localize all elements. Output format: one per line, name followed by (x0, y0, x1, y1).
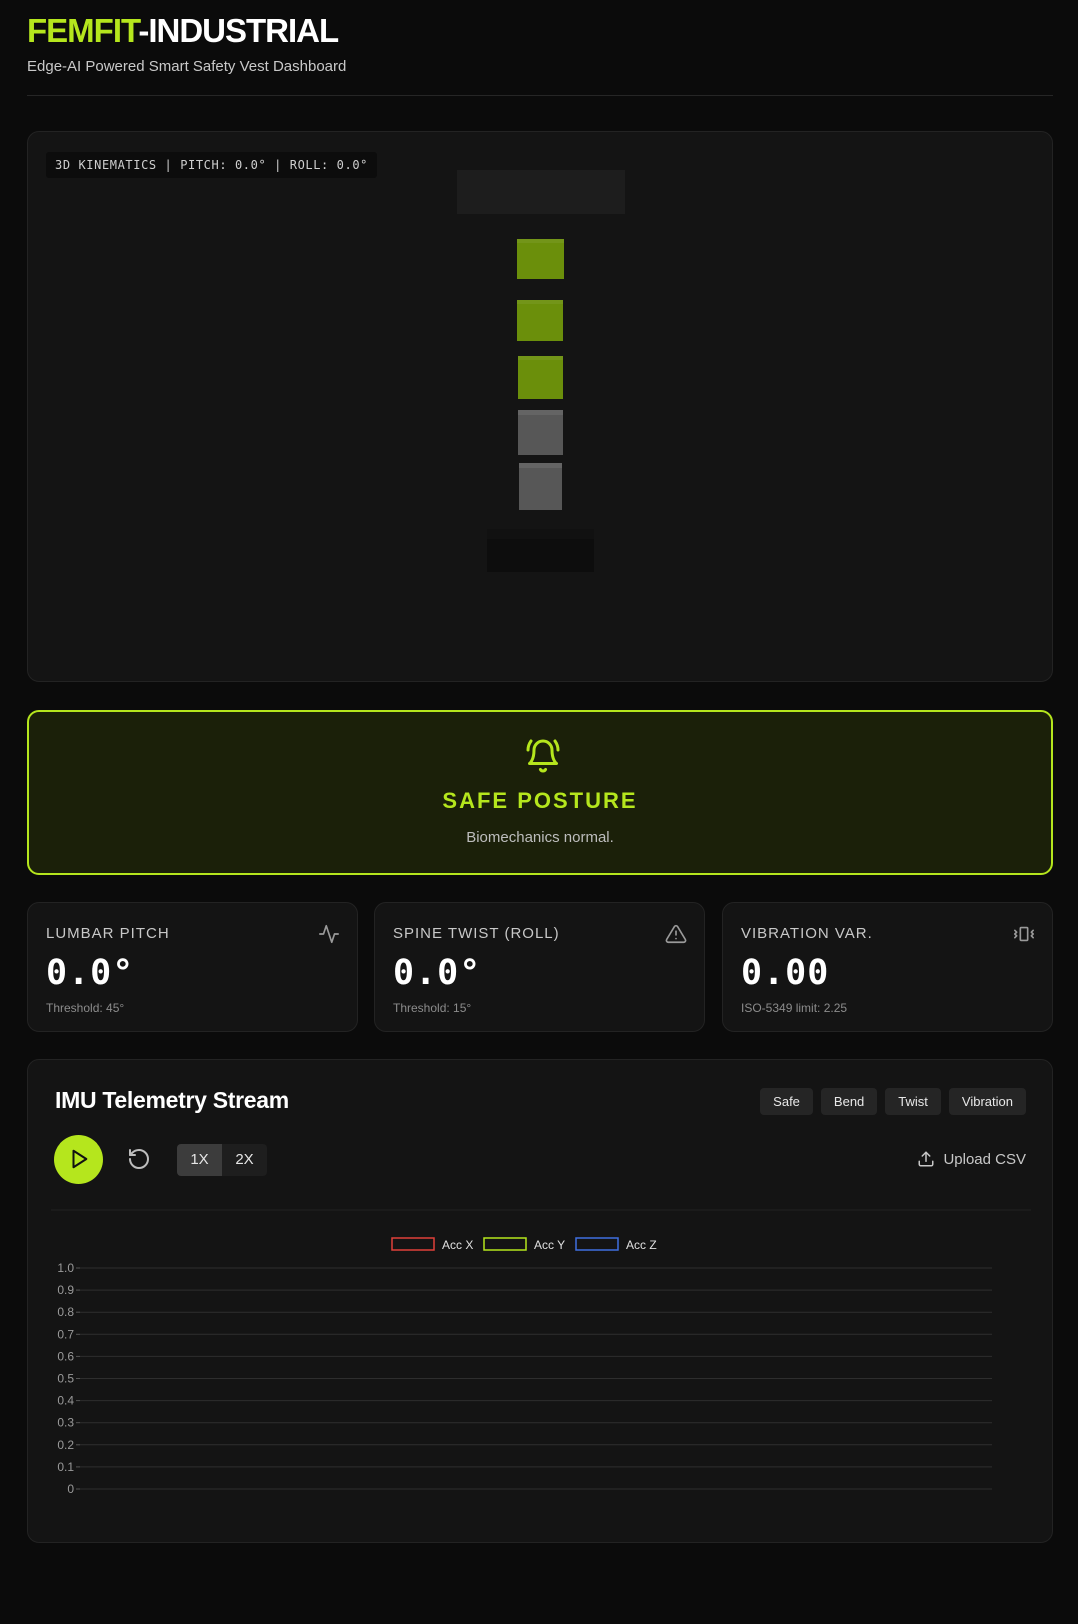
controls-divider (51, 1209, 1031, 1211)
y-tick-label: 0.7 (57, 1327, 74, 1341)
legend-label: Acc X (442, 1238, 473, 1252)
metric-value: 0.00 (741, 953, 830, 993)
scenario-selector: Safe Bend Twist Vibration (760, 1088, 1026, 1115)
activity-icon (319, 924, 339, 944)
spine-segment (518, 410, 563, 455)
reset-icon[interactable] (127, 1147, 151, 1171)
play-button[interactable] (54, 1135, 103, 1184)
metric-threshold: Threshold: 15° (393, 1001, 472, 1015)
y-tick-label: 0.9 (57, 1283, 74, 1297)
metric-label: LUMBAR PITCH (46, 925, 170, 942)
y-tick-label: 0 (67, 1482, 74, 1496)
upload-csv-label: Upload CSV (943, 1150, 1026, 1168)
model-pelvis-top (487, 529, 594, 539)
speed-1x-button[interactable]: 1X (177, 1144, 222, 1176)
metric-threshold: Threshold: 45° (46, 1001, 125, 1015)
y-tick-label: 0.1 (57, 1460, 74, 1474)
upload-csv-button[interactable]: Upload CSV (917, 1150, 1026, 1168)
scenario-vibration-button[interactable]: Vibration (948, 1088, 1026, 1115)
metric-threshold: ISO-5349 limit: 2.25 (741, 1001, 848, 1015)
model-head (457, 170, 625, 214)
y-tick-label: 1.0 (57, 1261, 74, 1275)
legend-swatch (391, 1237, 435, 1251)
speed-2x-button[interactable]: 2X (222, 1144, 267, 1176)
scenario-safe-button[interactable]: Safe (760, 1088, 813, 1115)
playback-speed-toggle: 1X 2X (177, 1144, 267, 1176)
y-tick-label: 0.4 (57, 1394, 74, 1408)
y-tick-label: 0.3 (57, 1416, 74, 1430)
brand-logo: FEMFIT-INDUSTRIAL (27, 10, 1053, 52)
play-icon (72, 1149, 88, 1169)
metric-label: SPINE TWIST (ROLL) (393, 925, 560, 942)
scenario-bend-button[interactable]: Bend (820, 1088, 878, 1115)
posture-status-message: Biomechanics normal. (466, 829, 614, 846)
posture-status-panel: SAFE POSTURE Biomechanics normal. (27, 710, 1053, 875)
brand-accent: FEMFIT (27, 12, 139, 49)
imu-chart: Acc X Acc Y Acc Z 0 0.1 0.2 0.3 0.4 0.5 0.6 0.7 0.8… (57, 1237, 992, 1496)
warning-triangle-icon (665, 924, 687, 944)
y-tick-label: 0.2 (57, 1438, 74, 1452)
spine-segment (519, 463, 562, 510)
metric-card-vibration: VIBRATION VAR. 0.00 ISO-5349 limit: 2.25 (722, 902, 1053, 1032)
y-tick-label: 0.8 (57, 1305, 74, 1319)
metric-value: 0.0° (393, 953, 482, 993)
app-header: FEMFIT-INDUSTRIAL Edge-AI Powered Smart … (27, 10, 1053, 75)
imu-telemetry-panel: IMU Telemetry Stream Safe Bend Twist Vib… (27, 1059, 1053, 1543)
brand-rest: -INDUSTRIAL (138, 12, 339, 49)
legend-label: Acc Y (534, 1238, 565, 1252)
bell-ring-icon (526, 739, 560, 773)
telemetry-title: IMU Telemetry Stream (55, 1087, 289, 1113)
header-divider (27, 95, 1053, 96)
app-subtitle: Edge-AI Powered Smart Safety Vest Dashbo… (27, 58, 347, 75)
kinematics-viewer[interactable]: 3D KINEMATICS | PITCH: 0.0° | ROLL: 0.0° (27, 131, 1053, 682)
vibrate-icon (1014, 926, 1034, 942)
spine-segment (518, 356, 563, 399)
spine-segment (517, 300, 563, 341)
model-pelvis (487, 539, 594, 572)
posture-status-title: SAFE POSTURE (442, 788, 638, 813)
y-tick-label: 0.5 (57, 1372, 74, 1386)
scenario-twist-button[interactable]: Twist (885, 1088, 941, 1115)
kinematics-readout: 3D KINEMATICS | PITCH: 0.0° | ROLL: 0.0° (46, 152, 377, 178)
upload-icon (918, 1151, 934, 1167)
metric-card-spine-twist: SPINE TWIST (ROLL) 0.0° Threshold: 15° (374, 902, 705, 1032)
legend-label: Acc Z (626, 1238, 657, 1252)
metric-card-lumbar-pitch: LUMBAR PITCH 0.0° Threshold: 45° (27, 902, 358, 1032)
y-tick-label: 0.6 (57, 1349, 74, 1363)
legend-swatch (575, 1237, 619, 1251)
legend-swatch (483, 1237, 527, 1251)
metric-value: 0.0° (46, 953, 135, 993)
spine-segment (517, 239, 564, 279)
metric-label: VIBRATION VAR. (741, 925, 873, 942)
